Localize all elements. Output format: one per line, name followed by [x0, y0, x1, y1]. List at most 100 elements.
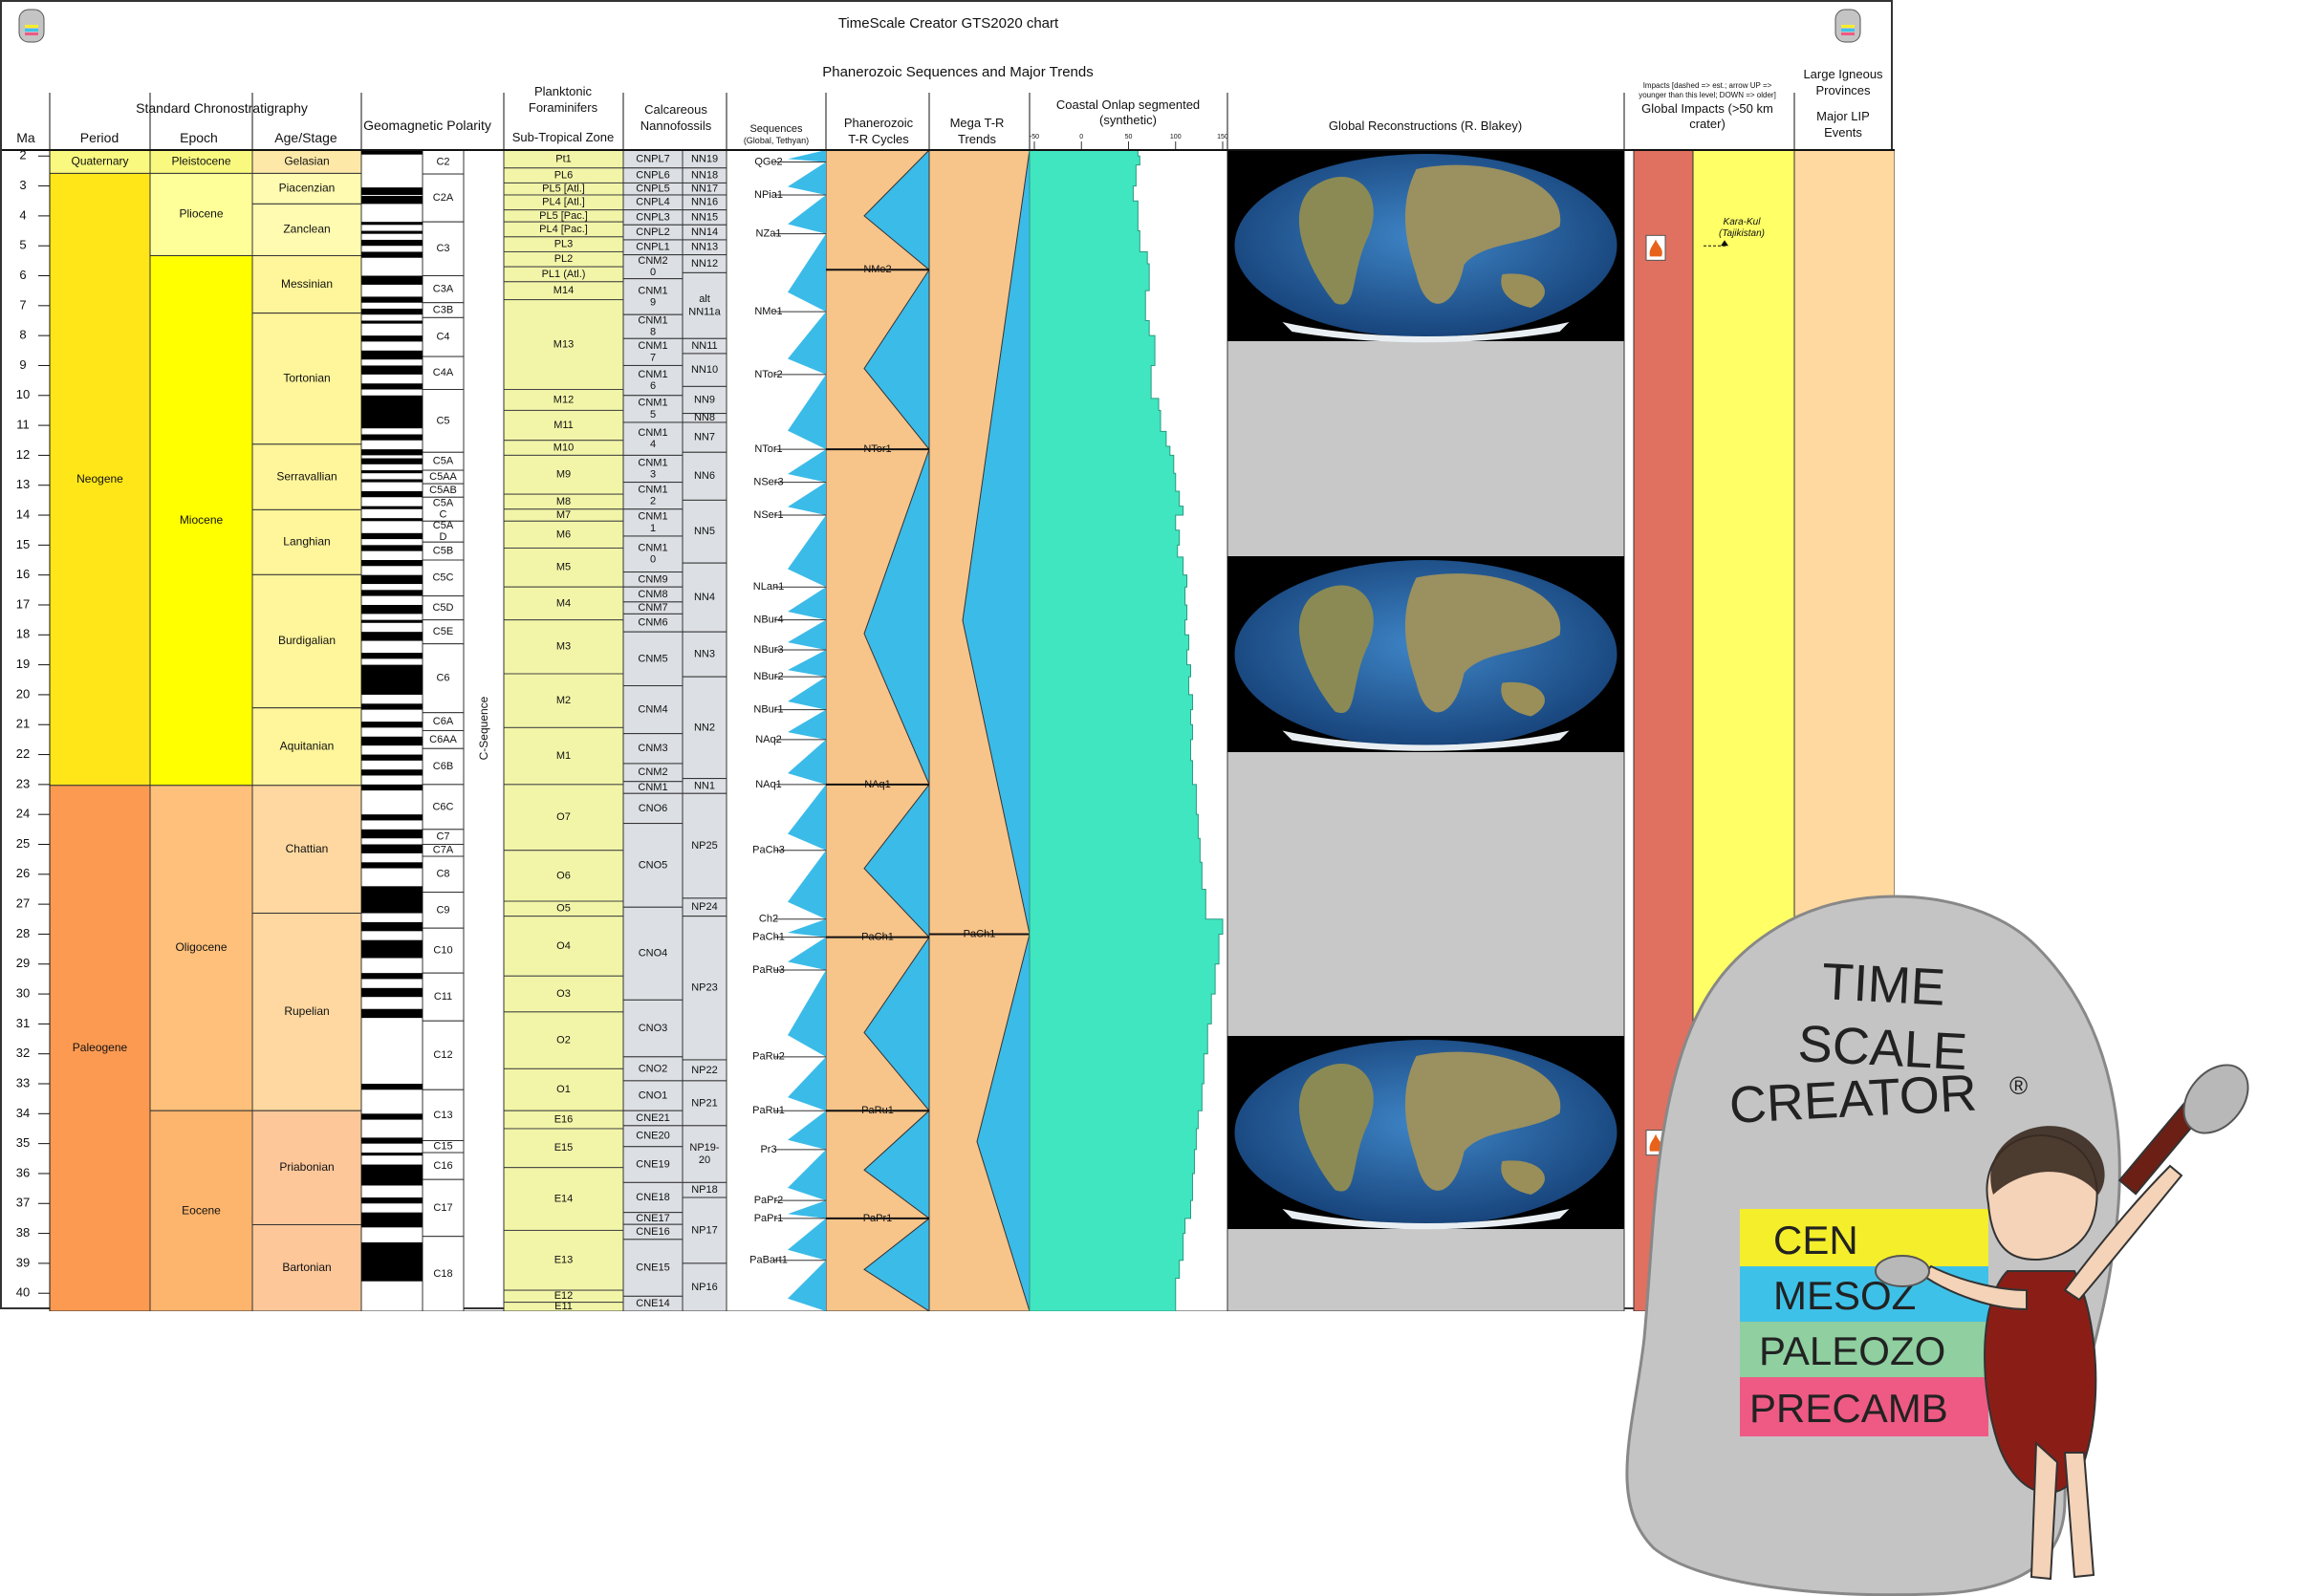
- chron-label: C5AB: [429, 485, 457, 496]
- sequence-label: NSer3: [753, 476, 783, 487]
- polarity-normal-band: [361, 335, 423, 342]
- lip-header-1: Large Igneous: [1803, 67, 1883, 81]
- onlap-scale-label: 50: [1125, 134, 1133, 140]
- onlap-scale-label: 150: [1217, 134, 1228, 140]
- polarity-normal-band: [361, 1137, 423, 1144]
- axis-tick-label: 28: [16, 926, 30, 940]
- nanno-label-left: 2: [650, 496, 656, 507]
- nanno-label-left: 4: [650, 439, 656, 450]
- foram-label: M8: [556, 496, 571, 507]
- polarity-normal-band: [361, 1153, 423, 1156]
- nanno-label-left: 0: [650, 267, 656, 278]
- chron-label: C4A: [433, 367, 454, 378]
- sequence-label: PaCh1: [752, 931, 785, 942]
- nanno-label-right: NN2: [694, 722, 715, 733]
- sequence-label: PaRu3: [752, 964, 785, 976]
- tr-cycle-label: PaPr1: [863, 1213, 893, 1224]
- chron-label: C5B: [433, 546, 453, 557]
- polarity-normal-band: [361, 973, 423, 980]
- chron-label: C6B: [433, 761, 453, 772]
- polarity-normal-band: [361, 829, 423, 839]
- polarity-normal-band: [361, 251, 423, 258]
- tr-cycle-label: NMe2: [863, 264, 891, 275]
- chron-label: C9: [436, 904, 449, 916]
- chron-label: C6: [436, 673, 449, 684]
- nanno-label-right: NN4: [694, 592, 715, 603]
- axis-tick-label: 40: [16, 1285, 30, 1300]
- foram-label: M4: [556, 597, 571, 609]
- mascot-band-label-3: PALEOZO: [1759, 1328, 1945, 1373]
- polarity-normal-band: [361, 1197, 423, 1204]
- onlap-scale-label: 0: [1079, 134, 1083, 140]
- sequence-label: NTor1: [754, 443, 782, 455]
- chart-svg: Phanerozoic Sequences and Major Trends S…: [2, 9, 1895, 1311]
- nanno-label-right: NN3: [694, 649, 715, 660]
- nanno-label-right: NN11: [691, 340, 717, 352]
- nanno-label-right: NP17: [691, 1224, 718, 1236]
- polarity-normal-band: [361, 1164, 423, 1186]
- foram-label: O7: [556, 811, 571, 823]
- epoch-header: Epoch: [180, 130, 218, 145]
- seq-header-2: (Global, Tethyan): [744, 136, 809, 145]
- nanno-label-left: CNO1: [639, 1089, 668, 1101]
- polarity-normal-band: [361, 308, 423, 315]
- nanno-label-left: CNM3: [638, 743, 667, 754]
- epoch-label: Pleistocene: [171, 154, 230, 167]
- foram-label: M9: [556, 469, 571, 481]
- foram-label: E11: [554, 1301, 573, 1311]
- chron-label: C6C: [432, 801, 453, 812]
- chron-label: C3B: [433, 304, 453, 315]
- sequence-label: NBur1: [753, 703, 783, 715]
- impacts-header-2: crater): [1689, 117, 1726, 131]
- polarity-normal-band: [361, 574, 423, 585]
- sequence-label: PaBart1: [749, 1255, 788, 1266]
- period-label: Neogene: [76, 472, 123, 485]
- chron-label: C5A: [433, 520, 454, 531]
- nanno-label-left: CNM1: [638, 485, 667, 496]
- polarity-normal-band: [361, 434, 423, 441]
- period-label: Quaternary: [71, 154, 128, 167]
- axis-tick-label: 14: [16, 507, 30, 521]
- sequence-label: NLan1: [753, 581, 784, 593]
- polarity-normal-band: [361, 470, 423, 474]
- header-logo-stripe: [1841, 25, 1855, 28]
- nanno-label-left: CNM4: [638, 703, 667, 715]
- chron-label: C3: [436, 243, 449, 254]
- tr-header-1: Phanerozoic: [844, 116, 914, 130]
- period-header: Period: [80, 130, 119, 145]
- axis-tick-label: 11: [16, 418, 30, 432]
- axis-tick-label: 5: [19, 238, 26, 252]
- chron-label: C7: [436, 831, 449, 843]
- chron-label: C7A: [433, 845, 454, 856]
- mascot-band-label-1: CEN: [1773, 1218, 1858, 1262]
- nanno-label-left: 7: [650, 352, 656, 363]
- nanno-label-left: CNM1: [638, 315, 667, 327]
- polarity-normal-band: [361, 814, 423, 821]
- polarity-normal-band: [361, 545, 423, 551]
- axis-tick-label: 23: [16, 776, 30, 790]
- chron-label: C17: [433, 1202, 452, 1214]
- axis-tick-label: 20: [16, 686, 30, 701]
- chron-label: C8: [436, 869, 449, 880]
- nanno-label-left: CNO2: [639, 1063, 668, 1074]
- stage-label: Aquitanian: [280, 739, 335, 752]
- epoch-label: Miocene: [180, 513, 224, 527]
- nanno-label-left: CNO6: [639, 803, 668, 814]
- lip-header-3: Major LIP: [1816, 109, 1870, 123]
- polarity-normal-band: [361, 590, 423, 596]
- stage-label: Chattian: [286, 842, 329, 855]
- stage-label: Zanclean: [283, 223, 330, 236]
- axis-tick-label: 37: [16, 1196, 30, 1210]
- polarity-normal-band: [361, 1084, 423, 1090]
- header-logo-stripe: [25, 29, 38, 32]
- sequence-label: Ch2: [759, 914, 778, 925]
- nanno-label-right: 20: [699, 1154, 710, 1166]
- onlap-header-2: (synthetic): [1099, 113, 1157, 127]
- lip-header-2: Provinces: [1815, 83, 1871, 97]
- foram-label: M5: [556, 562, 571, 573]
- polarity-normal-band: [361, 703, 423, 710]
- mega-header-1: Mega T-R: [950, 116, 1005, 130]
- cseq-header: C-Sequence: [477, 696, 490, 760]
- polarity-normal-band: [361, 784, 423, 791]
- mascot-reg-mark: ®: [2009, 1071, 2028, 1100]
